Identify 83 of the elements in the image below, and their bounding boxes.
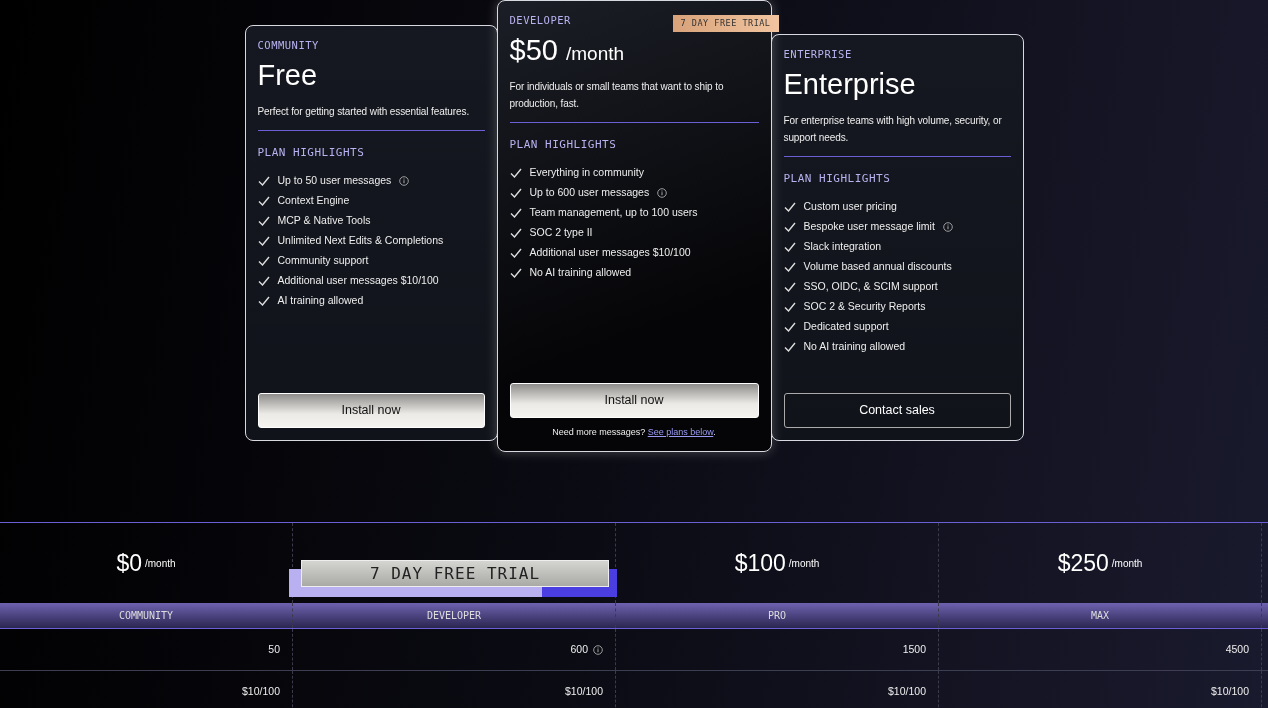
table-cell-text: $10/100 [565,683,603,699]
section-heading: PLAN HIGHLIGHTS [509,136,618,153]
table-cell-text: $10/100 [242,683,280,699]
feature-text: Bespoke user message limit [803,219,935,235]
check-icon [257,296,270,307]
plan-description: For individuals or small teams that want to ship to production, fast. [509,79,725,111]
feature-text: Volume based annual discounts [803,259,952,275]
check-icon [783,242,796,253]
feature-text: Additional user messages $10/100 [277,273,439,289]
price-period: /month [1111,556,1143,571]
plan-price: $250 [1057,548,1109,578]
check-icon [783,222,796,233]
section-heading: PLAN HIGHLIGHTS [783,170,892,187]
feature-text: Community support [277,253,369,269]
check-icon [783,342,796,353]
check-icon [257,216,270,227]
info-icon[interactable] [593,644,603,655]
check-icon [783,262,796,273]
check-icon [783,322,796,333]
feature-text: SOC 2 & Security Reports [803,299,926,315]
tier-label: ENTERPRISE [783,47,852,62]
check-icon [509,228,522,239]
tier-label: DEVELOPER [509,13,571,28]
feature-text: Dedicated support [803,319,889,335]
column-header: DEVELOPER [293,603,616,628]
check-icon [783,302,796,313]
column-header: PRO [616,603,939,628]
price-period: /month [565,42,625,64]
column-header: MAX [939,603,1262,628]
feature-text: Up to 600 user messages [529,185,650,201]
check-icon [509,168,522,179]
column-header: COMMUNITY [0,603,293,628]
feature-text: No AI training allowed [803,339,906,355]
plan-description: For enterprise teams with high volume, security, or support needs. [783,113,1003,145]
feature-text: SOC 2 type II [529,225,593,241]
price-period: /month [145,556,176,571]
info-icon[interactable] [657,188,668,199]
check-icon [509,248,522,259]
feature-text: AI training allowed [277,293,364,309]
feature-text: Slack integration [803,239,882,255]
table-cell-text: 50 [268,641,280,657]
plan-price: $100 [734,548,786,578]
section-heading: PLAN HIGHLIGHTS [257,144,366,161]
check-icon [257,196,270,207]
feature-text: SSO, OIDC, & SCIM support [803,279,938,295]
contact-button[interactable]: Contact sales [783,393,1011,428]
feature-text: Up to 50 user messages [277,173,392,189]
plan-price: $50 [509,33,558,66]
check-icon [783,282,796,293]
check-icon [257,236,270,247]
check-icon [257,176,270,187]
note-text: Need more messages? See plans below. [552,426,716,437]
check-icon [783,202,796,213]
info-icon[interactable] [399,176,410,187]
install-button[interactable]: Install now [257,393,485,428]
check-icon [509,188,522,199]
plan-price: $0 [116,548,142,578]
plan-title: Free [257,57,319,93]
table-cell-text: $10/100 [888,683,926,699]
feature-text: Everything in community [529,165,644,181]
table-cell-text: 600 [570,641,588,657]
check-icon [509,208,522,219]
plan-description: Perfect for getting started with essential features. [257,104,471,119]
check-icon [257,256,270,267]
feature-text: Custom user pricing [803,199,897,215]
plan-title: Enterprise [783,66,917,102]
install-button[interactable]: Install now [509,382,759,418]
feature-text: Unlimited Next Edits & Completions [277,233,444,249]
feature-text: MCP & Native Tools [277,213,371,229]
info-icon[interactable] [942,222,953,233]
check-icon [257,276,270,287]
feature-text: Context Engine [277,193,350,209]
table-cell-text: 1500 [902,641,926,657]
feature-text: Team management, up to 100 users [529,205,698,221]
table-cell-text: $10/100 [1211,683,1249,699]
trial-banner: 7 DAY FREE TRIAL [301,560,609,587]
feature-text: No AI training allowed [529,265,632,281]
feature-text: Additional user messages $10/100 [529,245,691,261]
price-period: /month [788,556,820,571]
table-cell-text: 4500 [1225,641,1249,657]
tier-label: COMMUNITY [257,38,319,53]
trial-badge: 7 DAY FREE TRIAL [672,15,779,32]
check-icon [509,268,522,279]
